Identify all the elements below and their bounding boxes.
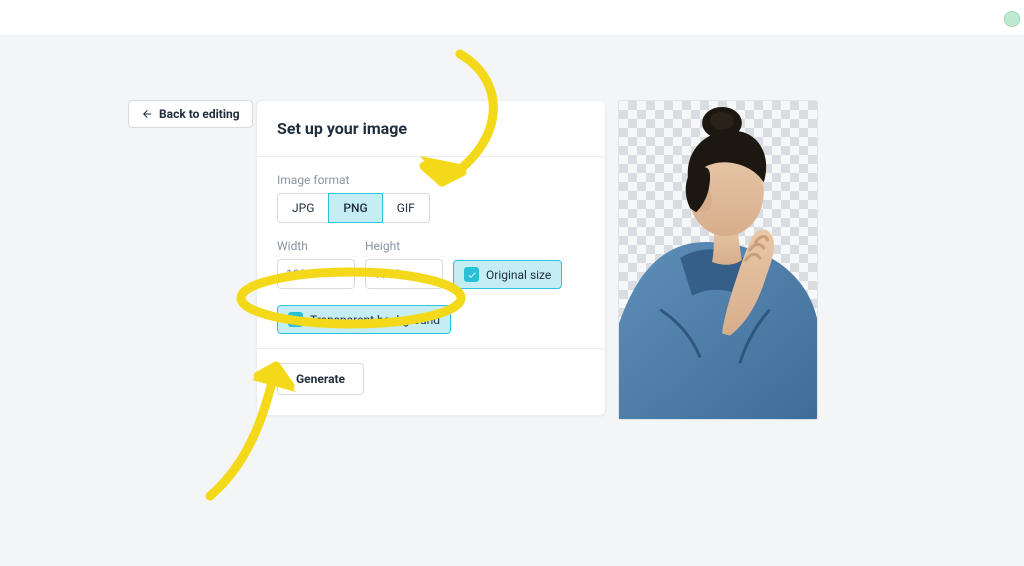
height-input[interactable] <box>365 259 443 289</box>
format-button-group: JPG PNG GIF <box>277 193 585 223</box>
jpg-format-button[interactable]: JPG <box>277 193 329 223</box>
form-area: Image format JPG PNG GIF Width Height <box>257 157 605 348</box>
setup-card: Set up your image Image format JPG PNG G… <box>256 100 606 416</box>
back-button-label: Back to editing <box>159 107 240 121</box>
page-body: Back to editing Set up your image Image … <box>0 36 1024 566</box>
photo-subject <box>619 101 817 419</box>
image-preview <box>618 100 818 420</box>
generate-button[interactable]: Generate <box>277 363 364 395</box>
transparent-bg-label: Transparent background <box>310 313 440 327</box>
card-title: Set up your image <box>257 101 605 156</box>
width-input[interactable] <box>277 259 355 289</box>
transparent-bg-chip[interactable]: Transparent background <box>277 305 451 334</box>
width-label: Width <box>277 239 355 253</box>
gif-format-button[interactable]: GIF <box>382 193 430 223</box>
height-label: Height <box>365 239 443 253</box>
avatar[interactable] <box>1004 11 1020 27</box>
arrow-left-icon <box>141 108 153 120</box>
original-size-label: Original size <box>486 268 551 282</box>
dimensions-row: Width Height Original size <box>277 239 585 289</box>
top-bar <box>0 0 1024 36</box>
png-format-button[interactable]: PNG <box>328 193 382 223</box>
format-label: Image format <box>277 173 585 187</box>
original-size-chip[interactable]: Original size <box>453 260 562 289</box>
back-to-editing-button[interactable]: Back to editing <box>128 100 253 128</box>
checkbox-icon <box>464 267 479 282</box>
checkbox-icon <box>288 312 303 327</box>
